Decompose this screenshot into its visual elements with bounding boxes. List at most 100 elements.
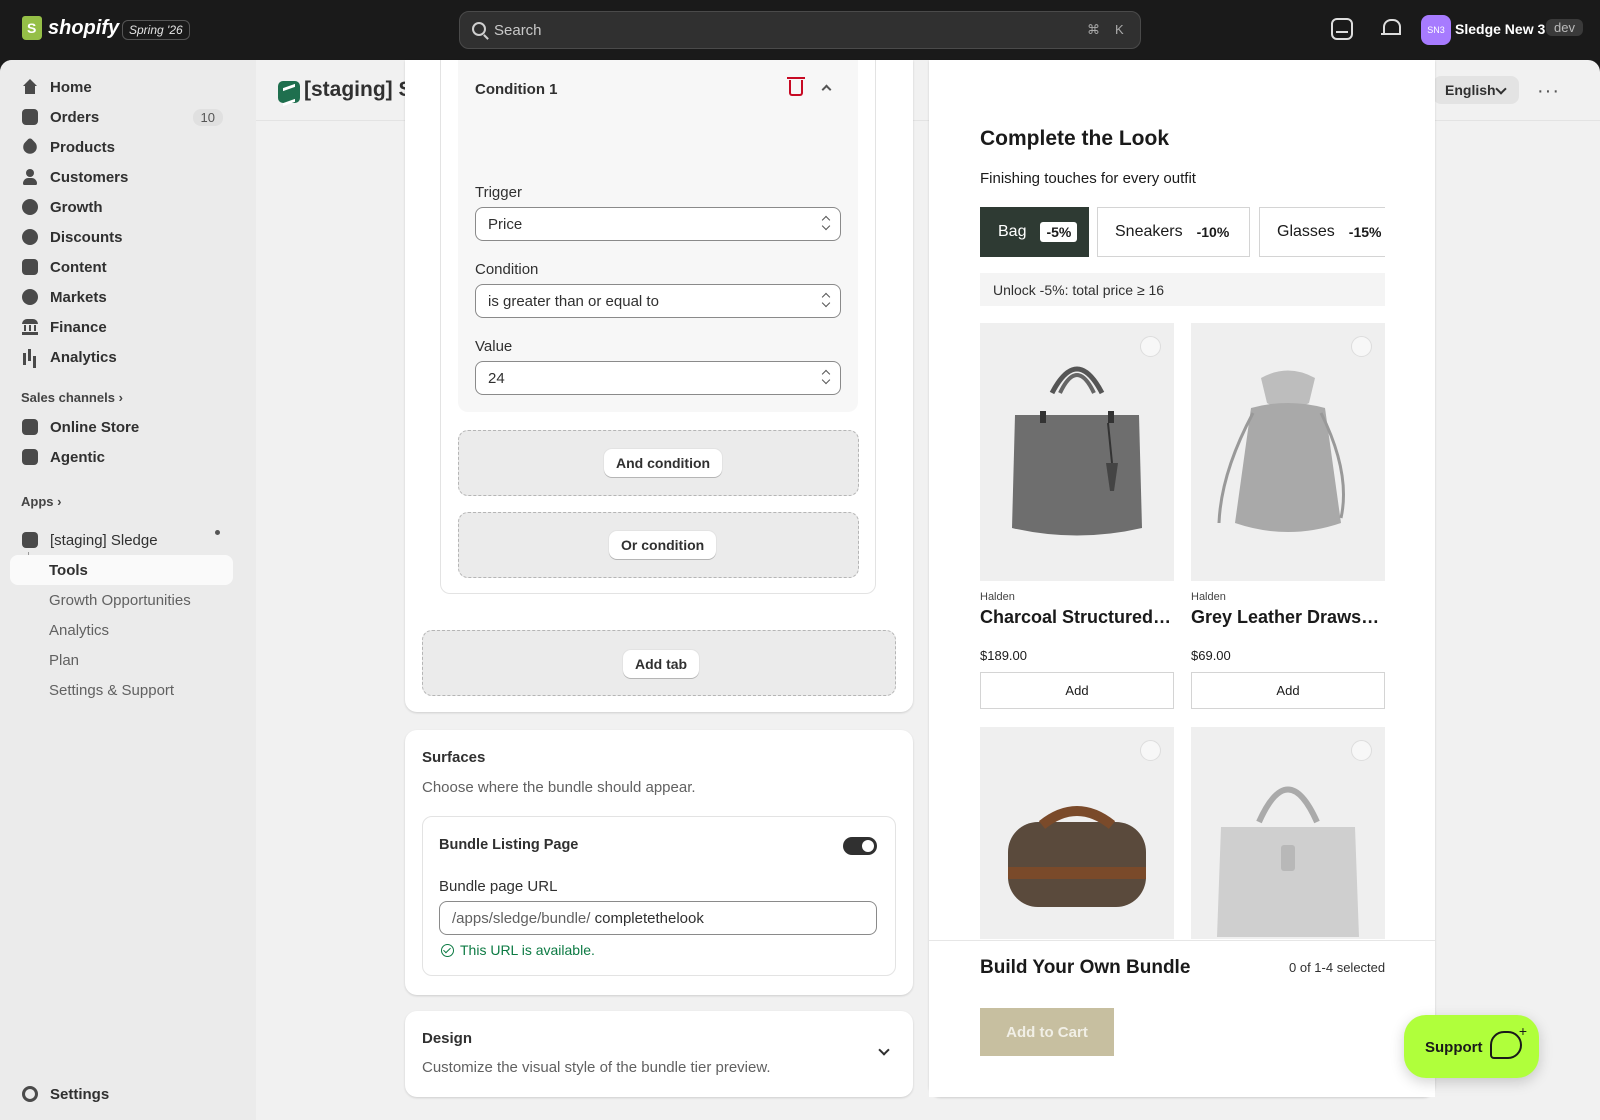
- and-condition-button[interactable]: And condition: [604, 449, 723, 477]
- trigger-select[interactable]: Price: [475, 207, 841, 241]
- apps-header[interactable]: Apps ›: [21, 494, 61, 509]
- select-radio[interactable]: [1140, 336, 1161, 357]
- trash-icon[interactable]: [787, 77, 805, 96]
- value-stepper[interactable]: 24: [475, 361, 841, 395]
- store-name[interactable]: Sledge New 3: [1455, 21, 1545, 37]
- shopify-logo[interactable]: shopify: [22, 16, 119, 40]
- inbox-icon[interactable]: [1331, 18, 1353, 40]
- design-title: Design: [422, 1030, 473, 1047]
- product-name[interactable]: Grey Leather Drawstring Bag: [1191, 607, 1385, 628]
- sidebar-item-growth[interactable]: Growth: [10, 192, 233, 222]
- add-tab-button[interactable]: Add tab: [623, 650, 700, 678]
- sidebar-item-settings-support[interactable]: Settings & Support: [49, 682, 174, 699]
- url-available-status: This URL is available.: [441, 942, 595, 958]
- sidebar-item-label: Products: [50, 138, 116, 156]
- tier-label: Bag: [998, 223, 1027, 240]
- home-icon: [22, 79, 38, 95]
- value-label: Value: [475, 338, 513, 355]
- add-product-button[interactable]: Add: [1191, 672, 1385, 709]
- language-label: English: [1445, 82, 1496, 98]
- sidebar-item-home[interactable]: Home: [10, 72, 233, 102]
- stepper-arrows-icon[interactable]: [822, 371, 830, 385]
- drawstring-bag-image: [1217, 370, 1345, 532]
- edition-badge: Spring '26: [122, 20, 190, 40]
- select-radio[interactable]: [1351, 336, 1372, 357]
- design-card[interactable]: [405, 1011, 913, 1097]
- tier-tab-sneakers[interactable]: Sneakers -10%: [1097, 207, 1250, 257]
- sidebar-item-online-store[interactable]: Online Store: [10, 412, 233, 442]
- search-input[interactable]: Search ⌘ K: [459, 11, 1141, 49]
- bundle-url-input[interactable]: /apps/sledge/bundle/ completethelook: [439, 901, 877, 935]
- sidebar-item-app-analytics[interactable]: Analytics: [49, 622, 109, 639]
- sidebar-item-label: [staging] Sledge: [50, 531, 158, 549]
- or-condition-button[interactable]: Or condition: [609, 531, 717, 559]
- sidebar-item-orders[interactable]: Orders 10: [10, 102, 233, 132]
- content-icon: [22, 259, 38, 275]
- sidebar-item-tools[interactable]: [10, 555, 233, 585]
- bundle-listing-label: Bundle Listing Page: [439, 837, 579, 853]
- product-image[interactable]: [1191, 323, 1385, 581]
- shortcut-key: K: [1115, 22, 1124, 37]
- chat-icon: [1490, 1023, 1527, 1059]
- sidebar-item-markets[interactable]: Markets: [10, 282, 233, 312]
- tier-tab-glasses[interactable]: Glasses -15%: [1259, 207, 1385, 257]
- sales-channels-header[interactable]: Sales channels ›: [21, 390, 123, 405]
- product-price: $69.00: [1191, 648, 1231, 663]
- selection-count: 0 of 1-4 selected: [1289, 960, 1386, 975]
- logo-text: shopify: [48, 16, 120, 39]
- add-product-button[interactable]: Add: [980, 672, 1174, 709]
- sidebar-item-growth-opportunities[interactable]: Growth Opportunities: [49, 592, 191, 609]
- select-radio[interactable]: [1351, 740, 1372, 761]
- language-select[interactable]: English: [1433, 76, 1519, 104]
- condition-value: is greater than or equal to: [488, 293, 659, 310]
- sidebar-item-label: Markets: [50, 288, 107, 306]
- tier-label: Sneakers: [1115, 223, 1183, 240]
- person-icon: [22, 169, 38, 185]
- select-arrows-icon: [822, 217, 830, 231]
- url-slug: completethelook: [594, 910, 704, 927]
- sidebar-item-plan[interactable]: Plan: [49, 652, 79, 669]
- tier-label: Glasses: [1277, 223, 1335, 240]
- more-actions-icon[interactable]: ···: [1537, 80, 1560, 103]
- sidebar-item-label: Growth: [50, 198, 103, 216]
- product-name[interactable]: Charcoal Structured Tote: [980, 607, 1174, 628]
- sidebar-item-analytics[interactable]: Analytics: [10, 342, 233, 372]
- sidebar-item-label: Tools: [49, 562, 88, 579]
- bundle-url-label: Bundle page URL: [439, 878, 558, 895]
- bundle-listing-toggle[interactable]: [843, 837, 877, 855]
- condition-select[interactable]: is greater than or equal to: [475, 284, 841, 318]
- sidebar-item-customers[interactable]: Customers: [10, 162, 233, 192]
- sidebar-item-discounts[interactable]: Discounts: [10, 222, 233, 252]
- sidebar-item-finance[interactable]: Finance: [10, 312, 233, 342]
- pin-dot: [215, 530, 220, 535]
- add-to-cart-button[interactable]: Add to Cart: [980, 1008, 1114, 1056]
- top-bar: shopify Spring '26 Search ⌘ K SN3 Sledge…: [0, 0, 1600, 60]
- sidebar-item-settings[interactable]: Settings: [10, 1079, 233, 1109]
- product-image[interactable]: [980, 323, 1174, 581]
- product-vendor: Halden: [1191, 591, 1226, 603]
- agentic-icon: [22, 449, 38, 465]
- search-icon: [472, 22, 486, 36]
- avatar[interactable]: SN3: [1421, 15, 1451, 45]
- product-vendor: Halden: [980, 591, 1015, 603]
- sidebar-item-label: Agentic: [50, 448, 106, 466]
- sidebar-item-app[interactable]: [staging] Sledge: [10, 525, 233, 555]
- bell-icon[interactable]: [1380, 18, 1402, 40]
- sidebar-item-label: Content: [50, 258, 107, 276]
- product-image[interactable]: [1191, 727, 1385, 939]
- tote-bag-image: [1012, 366, 1142, 536]
- condition-label: Condition: [475, 261, 539, 278]
- sidebar-item-content[interactable]: Content: [10, 252, 233, 282]
- support-button[interactable]: Support: [1404, 1015, 1539, 1078]
- sidebar-item-agentic[interactable]: Agentic: [10, 442, 233, 472]
- product-image[interactable]: [980, 727, 1174, 939]
- select-radio[interactable]: [1140, 740, 1161, 761]
- search-placeholder: Search: [494, 22, 542, 39]
- tier-tab-bag[interactable]: Bag -5%: [980, 207, 1089, 257]
- unlock-banner: Unlock -5%: total price ≥ 16: [980, 273, 1385, 306]
- sidebar-item-products[interactable]: Products: [10, 132, 233, 162]
- preview-title: Complete the Look: [980, 127, 1170, 150]
- sidebar-item-label: Settings: [50, 1085, 110, 1103]
- trigger-label: Trigger: [475, 184, 522, 201]
- shortcut-cmd: ⌘: [1087, 22, 1100, 37]
